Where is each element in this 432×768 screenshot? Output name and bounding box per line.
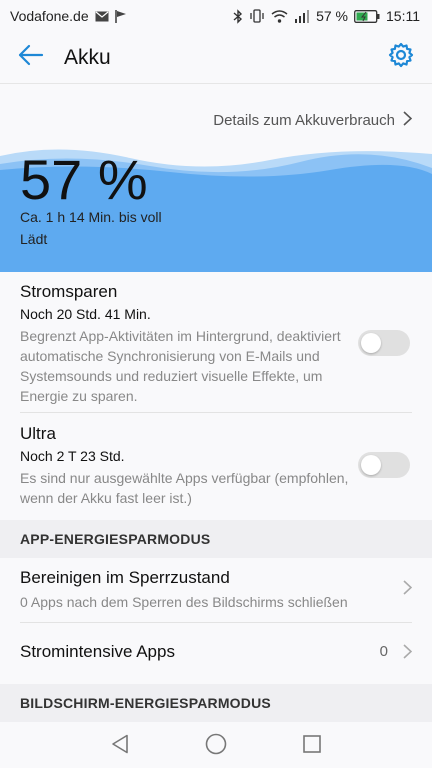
wifi-icon [271, 9, 288, 23]
lock-cleanup-row[interactable]: Bereinigen im Sperrzustand 0 Apps nach d… [0, 568, 432, 620]
ultra-title: Ultra [20, 424, 56, 443]
gear-icon[interactable] [388, 42, 414, 73]
ultra-remaining: Noch 2 T 23 Std. [20, 448, 125, 464]
home-circle-icon[interactable] [205, 733, 227, 760]
section-header-app: APP-ENERGIESPARMODUS [0, 520, 432, 558]
divider [20, 412, 412, 413]
battery-time-to-full: Ca. 1 h 14 Min. bis voll [20, 209, 162, 225]
section-header-screen: BILDSCHIRM-ENERGIESPARMODUS [0, 684, 432, 722]
back-triangle-icon[interactable] [111, 734, 129, 759]
status-time: 15:11 [386, 8, 420, 24]
battery-percent: 57 % [20, 148, 148, 211]
battery-charging-state: Lädt [20, 231, 48, 247]
bluetooth-icon [233, 8, 243, 24]
back-arrow-icon[interactable] [18, 44, 44, 71]
chevron-right-icon [403, 110, 413, 130]
ultra-toggle[interactable] [358, 452, 410, 478]
lock-cleanup-subtitle: 0 Apps nach dem Sperren des Bildschirms … [20, 594, 348, 610]
navigation-bar [0, 724, 432, 768]
vibrate-icon [249, 9, 265, 23]
chevron-right-icon [403, 580, 413, 600]
power-intensive-apps-row[interactable]: Stromintensive Apps 0 [0, 642, 432, 666]
toggle-knob [361, 333, 381, 353]
power-saving-toggle[interactable] [358, 330, 410, 356]
power-saving-remaining: Noch 20 Std. 41 Min. [20, 306, 151, 322]
app-bar: Akku [0, 32, 432, 84]
status-bar-right: 57 % 15:11 [233, 8, 420, 24]
toggle-knob [361, 455, 381, 475]
signal-icon [294, 9, 310, 23]
details-link-label: Details zum Akkuverbrauch [213, 111, 395, 129]
details-link[interactable]: Details zum Akkuverbrauch [0, 100, 432, 140]
power-saving-title: Stromsparen [20, 282, 118, 301]
battery-percent-status: 57 % [316, 8, 348, 24]
flag-icon [114, 9, 127, 23]
power-saving-description: Begrenzt App-Aktivitäten im Hintergrund,… [20, 328, 341, 404]
ultra-description: Es sind nur ausgewählte Apps verfügbar (… [20, 470, 349, 506]
page-title: Akku [64, 45, 111, 69]
carrier-name: Vodafone.de [10, 8, 89, 24]
recents-square-icon[interactable] [303, 734, 321, 758]
email-icon [95, 11, 109, 22]
lock-cleanup-title: Bereinigen im Sperrzustand [20, 568, 230, 587]
chevron-right-icon [403, 644, 413, 664]
status-bar-left: Vodafone.de [10, 8, 127, 24]
divider [20, 622, 412, 623]
power-intensive-apps-count: 0 [379, 643, 388, 660]
status-bar: Vodafone.de 57 % 15:11 [0, 0, 432, 32]
app-bar-left: Akku [18, 44, 111, 71]
power-intensive-apps-title: Stromintensive Apps [20, 642, 175, 661]
battery-charging-icon [354, 9, 380, 23]
